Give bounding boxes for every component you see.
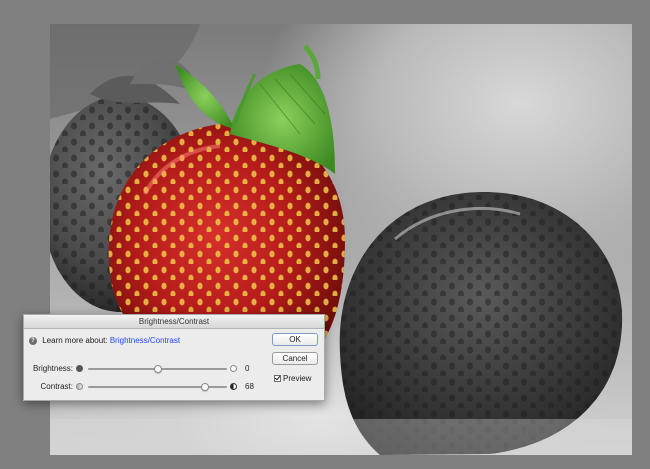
dialog-title[interactable]: Brightness/Contrast — [24, 315, 324, 329]
cancel-button[interactable]: Cancel — [272, 352, 318, 365]
brightness-label: Brightness: — [32, 364, 73, 373]
contrast-slider-thumb[interactable] — [200, 383, 209, 391]
preview-label: Preview — [283, 374, 312, 383]
help-prefix: Learn more about: — [42, 336, 108, 345]
contrast-high-icon — [230, 383, 237, 390]
preview-checkbox[interactable]: Preview — [274, 374, 311, 384]
help-row: ? Learn more about: Brightness/Contrast — [29, 335, 180, 347]
brightness-contrast-dialog: Brightness/Contrast ? Learn more about: … — [23, 314, 325, 401]
contrast-low-icon — [76, 383, 83, 390]
contrast-label: Contrast: — [40, 382, 73, 391]
preview-check-icon[interactable] — [274, 375, 281, 383]
help-icon[interactable]: ? — [29, 336, 37, 345]
ok-button[interactable]: OK — [272, 333, 318, 346]
brightness-slider-thumb[interactable] — [153, 365, 162, 373]
brightness-dark-icon — [76, 365, 83, 372]
help-link[interactable]: Brightness/Contrast — [110, 336, 180, 345]
brightness-value[interactable]: 0 — [245, 364, 249, 373]
brightness-light-icon — [230, 365, 237, 372]
contrast-value[interactable]: 68 — [245, 382, 254, 391]
